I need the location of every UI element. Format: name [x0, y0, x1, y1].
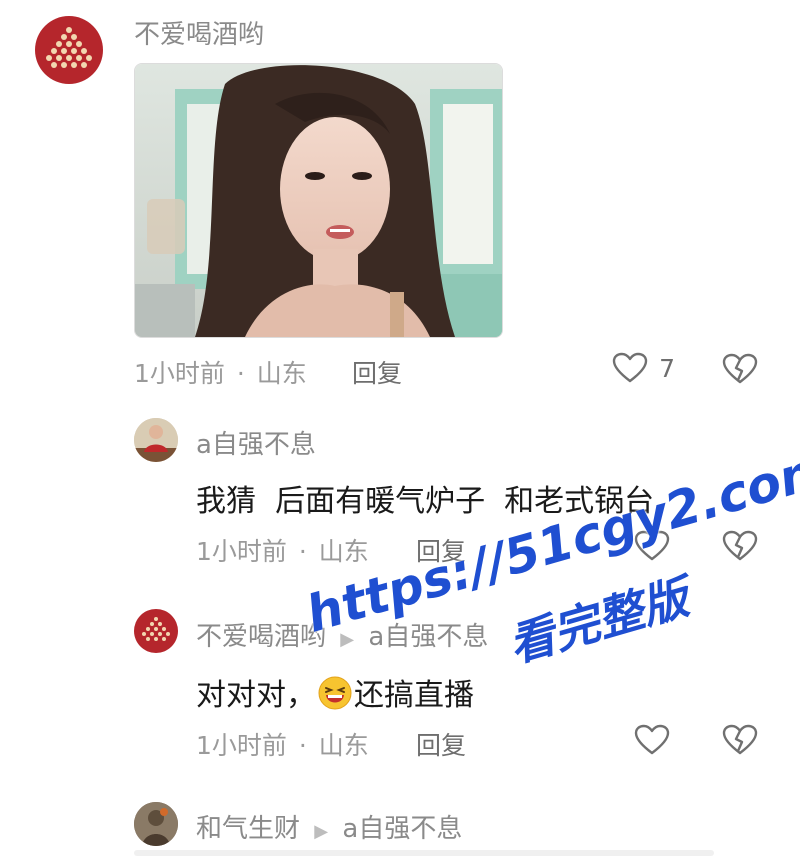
dislike-button[interactable]	[722, 724, 758, 760]
triangle-right-icon: ▶	[314, 821, 329, 842]
reply-username[interactable]: 和气生财	[196, 814, 300, 844]
heart-outline-icon	[634, 724, 670, 755]
heart-outline-icon	[612, 352, 648, 383]
reply-meta: 1小时前 · 山东	[196, 532, 369, 568]
avatar-user-reply-1[interactable]	[134, 418, 178, 462]
avatar-pattern	[46, 27, 92, 68]
avatar-user-reply-3[interactable]	[134, 802, 178, 846]
video-thumbnail[interactable]	[134, 63, 503, 338]
reply-username[interactable]: 不爱喝酒哟	[196, 622, 326, 652]
reply-time: 1小时前	[196, 537, 287, 566]
reply-button[interactable]: 回复	[352, 354, 402, 390]
avatar-pattern	[142, 617, 170, 641]
like-count: 7	[659, 353, 675, 383]
meta-separator: ·	[298, 731, 307, 760]
dislike-button[interactable]	[722, 530, 758, 566]
bottom-divider	[134, 850, 714, 856]
avatar-photo	[134, 802, 178, 846]
reply-to-username[interactable]: a自强不息	[368, 622, 488, 652]
like-button[interactable]	[634, 724, 670, 760]
reply-location: 山东	[318, 537, 369, 566]
like-button[interactable]: 7	[612, 352, 675, 386]
comment-username[interactable]: 不爱喝酒哟	[134, 14, 264, 51]
broken-heart-icon	[722, 530, 758, 561]
reply-content: 对对对， 还搞直播	[196, 670, 474, 714]
reply-meta: 1小时前 · 山东	[196, 726, 369, 762]
reply-content-before: 对对对，	[196, 678, 316, 713]
meta-separator: ·	[298, 537, 307, 566]
avatar-photo	[134, 418, 178, 462]
reply-location: 山东	[318, 731, 369, 760]
broken-heart-icon	[722, 353, 758, 384]
reply-button[interactable]: 回复	[416, 726, 466, 762]
reply-time: 1小时前	[196, 731, 287, 760]
avatar-user-main[interactable]	[35, 16, 103, 84]
video-frame-image	[135, 64, 502, 337]
dislike-button[interactable]	[722, 353, 758, 389]
reply-to-username[interactable]: a自强不息	[342, 814, 462, 844]
reply-username[interactable]: a自强不息	[196, 424, 316, 461]
avatar-user-reply-2[interactable]	[134, 609, 178, 653]
comment-time: 1小时前	[134, 359, 225, 388]
grinning-laughing-emoji	[318, 676, 352, 710]
meta-separator: ·	[236, 359, 245, 388]
comment-location: 山东	[256, 359, 307, 388]
reply-content-after: 还搞直播	[354, 678, 474, 713]
reply-username-line: 和气生财 ▶ a自强不息	[196, 808, 462, 845]
comment-meta: 1小时前 · 山东	[134, 354, 307, 390]
broken-heart-icon	[722, 724, 758, 755]
